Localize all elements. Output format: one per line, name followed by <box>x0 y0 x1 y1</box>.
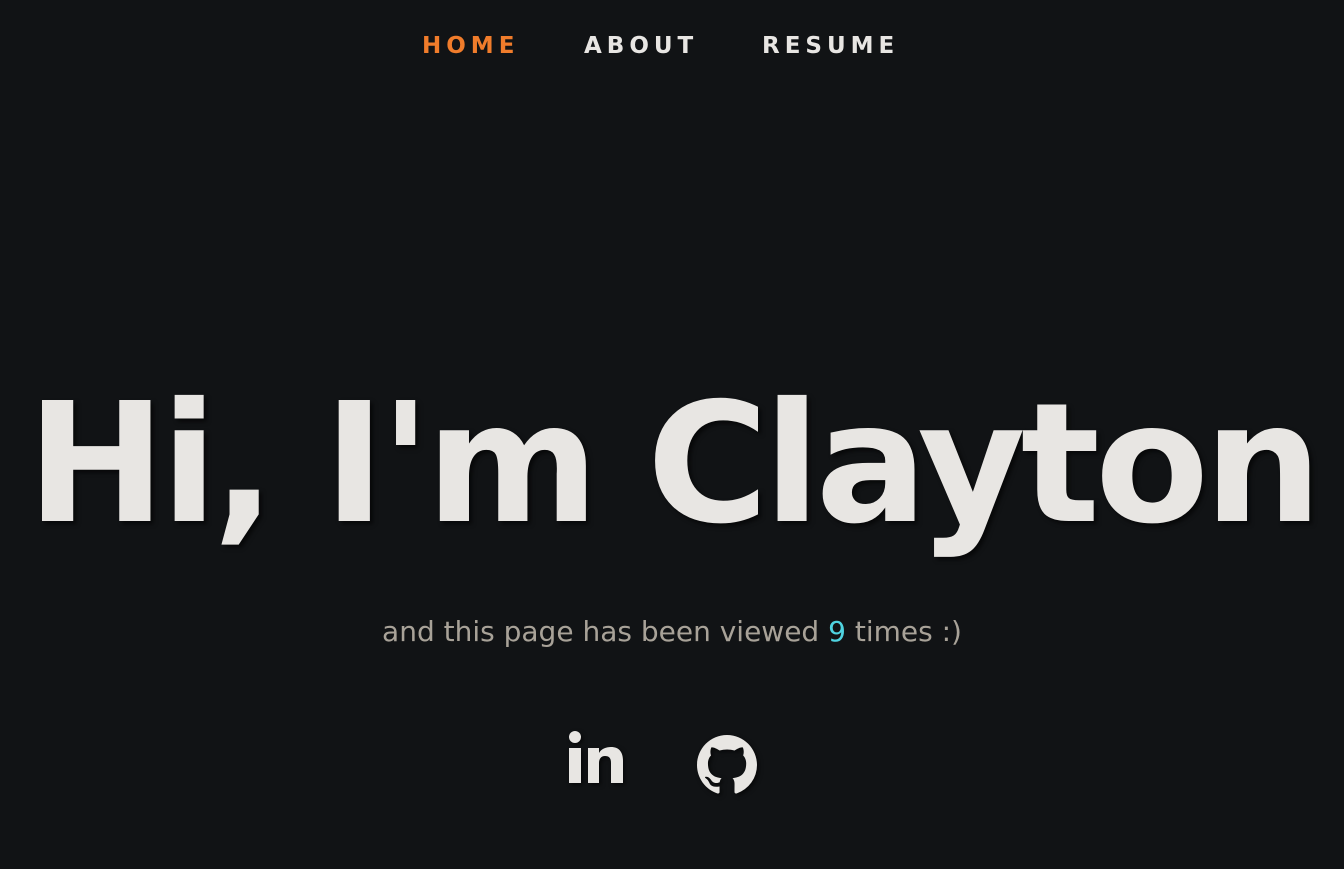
github-link[interactable] <box>697 722 757 794</box>
nav-resume-link[interactable]: RESUME <box>762 28 899 64</box>
hero-title: Hi, I'm Clayton <box>26 368 1322 561</box>
github-icon <box>697 735 757 794</box>
social-links <box>0 722 1344 794</box>
top-nav: HOME ABOUT RESUME <box>0 28 1344 64</box>
view-count-number: 9 <box>828 615 846 648</box>
nav-home-link[interactable]: HOME <box>422 28 519 64</box>
linkedin-link[interactable] <box>566 722 628 792</box>
view-count-text: and this page has been viewed 9 times :) <box>0 612 1344 652</box>
nav-about-link[interactable]: ABOUT <box>584 28 698 64</box>
view-count-prefix: and this page has been viewed <box>382 615 820 648</box>
linkedin-icon <box>569 731 623 783</box>
view-count-suffix: times :) <box>854 615 962 648</box>
